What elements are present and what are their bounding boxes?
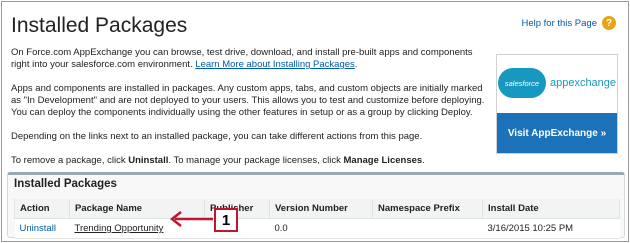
- appexchange-wordmark: appexchange: [549, 77, 617, 89]
- page-frame: Installed Packages Help for this Page ? …: [1, 1, 629, 242]
- help-area: Help for this Page ?: [521, 16, 616, 30]
- appexchange-logo: salesforce appexchange: [497, 61, 617, 105]
- installed-packages-panel: Installed Packages Action Package Name P…: [7, 172, 625, 239]
- intro-p4-a: To remove a package, click: [11, 155, 129, 166]
- cell-install-date: 3/16/2015 10:25 PM: [482, 218, 620, 239]
- package-name-link[interactable]: Trending Opportunity: [75, 223, 164, 234]
- page-title: Installed Packages: [11, 14, 188, 37]
- intro-p4-c: . To manage your package licenses, click: [168, 155, 344, 166]
- table-header-row: Action Package Name Publisher Version Nu…: [14, 199, 620, 219]
- cell-version: 0.0: [269, 218, 373, 239]
- panel-title: Installed Packages: [14, 178, 117, 190]
- manage-licenses-emphasis: Manage Licenses: [343, 155, 423, 166]
- visit-appexchange-button[interactable]: Visit AppExchange »: [497, 113, 617, 153]
- appexchange-box: salesforce appexchange Visit AppExchange…: [496, 54, 618, 154]
- callout-arrow-icon: [169, 211, 213, 227]
- intro-paragraph-3: Depending on the links next to an instal…: [11, 131, 423, 142]
- uninstall-link[interactable]: Uninstall: [20, 223, 56, 234]
- column-header-version: Version Number: [269, 199, 373, 219]
- learn-more-link[interactable]: Learn More about Installing Packages: [195, 59, 355, 70]
- intro-paragraph-2: Apps and components are installed in pac…: [11, 83, 485, 118]
- column-header-action: Action: [14, 199, 70, 219]
- salesforce-cloud-icon: salesforce: [497, 68, 546, 98]
- intro-p1-end: .: [354, 59, 358, 70]
- intro-paragraph-4: To remove a package, click Uninstall. To…: [11, 155, 489, 167]
- intro-p4-e: .: [422, 155, 425, 166]
- help-link[interactable]: Help for this Page: [521, 18, 597, 29]
- table-row: Uninstall Trending Opportunity 0.0 3/16/…: [14, 218, 620, 239]
- help-icon[interactable]: ?: [602, 16, 616, 30]
- cell-namespace: [372, 218, 483, 239]
- cell-action: Uninstall: [14, 218, 70, 239]
- uninstall-emphasis: Uninstall: [128, 155, 169, 166]
- intro-paragraph-1: On Force.com AppExchange you can browse,…: [11, 47, 489, 71]
- packages-table: Action Package Name Publisher Version Nu…: [14, 199, 620, 239]
- column-header-namespace: Namespace Prefix: [372, 199, 483, 219]
- intro-text: On Force.com AppExchange you can browse,…: [11, 47, 489, 179]
- callout-badge: 1: [214, 208, 238, 232]
- column-header-install-date: Install Date: [482, 199, 620, 219]
